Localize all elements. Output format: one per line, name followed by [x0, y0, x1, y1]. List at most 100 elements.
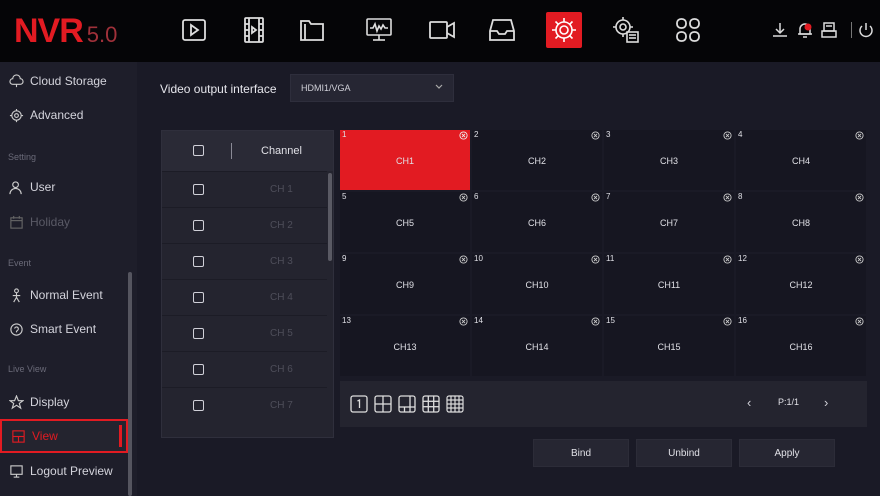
channel-checkbox[interactable]	[193, 364, 204, 375]
unbind-button[interactable]: Unbind	[636, 439, 732, 467]
grid-cell[interactable]: 5 CH5	[340, 192, 470, 252]
section-live-view: Live View	[8, 364, 47, 374]
user-icon	[8, 179, 24, 195]
list-item[interactable]: CH 2	[162, 207, 327, 243]
select-all-checkbox[interactable]	[193, 145, 204, 156]
grid-cell[interactable]: 1 CH1	[340, 130, 470, 190]
close-icon[interactable]	[723, 317, 732, 326]
folder-icon[interactable]	[294, 12, 330, 48]
close-icon[interactable]	[855, 255, 864, 264]
close-icon[interactable]	[723, 255, 732, 264]
layout-6-icon[interactable]	[398, 395, 416, 413]
page-next-button[interactable]: ›	[824, 395, 828, 410]
close-icon[interactable]	[459, 193, 468, 202]
close-icon[interactable]	[723, 193, 732, 202]
cell-number: 15	[606, 316, 615, 325]
channel-checkbox[interactable]	[193, 220, 204, 231]
cell-channel-name: CH8	[791, 218, 810, 228]
grid-cell[interactable]: 15 CH15	[604, 316, 734, 376]
channel-checkbox[interactable]	[193, 184, 204, 195]
sidebar: Cloud Storage Advanced Setting User Holi…	[0, 62, 137, 496]
storage-tray-icon[interactable]	[484, 12, 520, 48]
sidebar-item-cloud-storage[interactable]: Cloud Storage	[0, 64, 128, 98]
close-icon[interactable]	[855, 131, 864, 140]
close-icon[interactable]	[591, 255, 600, 264]
close-icon[interactable]	[591, 317, 600, 326]
grid-cell[interactable]: 8 CH8	[736, 192, 866, 252]
grid-cell[interactable]: 4 CH4	[736, 130, 866, 190]
grid-cell[interactable]: 2 CH2	[472, 130, 602, 190]
channel-grid: 1 CH1 2 CH2 3 CH3 4 CH4 5 CH5 6 CH6 7 CH7 8 CH8 …	[340, 130, 867, 380]
grid-cell[interactable]: 9 CH9	[340, 254, 470, 314]
video-clip-icon[interactable]	[236, 12, 272, 48]
bind-button[interactable]: Bind	[533, 439, 629, 467]
sidebar-item-advanced[interactable]: Advanced	[0, 98, 128, 132]
header-divider	[231, 143, 232, 159]
grid-cell[interactable]: 3 CH3	[604, 130, 734, 190]
channel-checkbox[interactable]	[193, 400, 204, 411]
system-settings-icon[interactable]	[608, 12, 644, 48]
channel-checkbox[interactable]	[193, 292, 204, 303]
close-icon[interactable]	[855, 193, 864, 202]
app-grid-icon[interactable]	[670, 12, 706, 48]
power-icon[interactable]	[856, 20, 876, 40]
list-item[interactable]: CH 1	[162, 171, 327, 207]
backup-icon[interactable]	[819, 20, 839, 40]
cell-number: 8	[738, 192, 743, 201]
channel-checkbox[interactable]	[193, 256, 204, 267]
layout-4-icon[interactable]	[374, 395, 392, 413]
page-prev-button[interactable]: ‹	[747, 395, 751, 410]
grid-cell[interactable]: 11 CH11	[604, 254, 734, 314]
grid-cell[interactable]: 6 CH6	[472, 192, 602, 252]
grid-cell[interactable]: 12 CH12	[736, 254, 866, 314]
list-item[interactable]: CH 5	[162, 315, 327, 351]
download-icon[interactable]	[770, 20, 790, 40]
apply-button[interactable]: Apply	[739, 439, 835, 467]
sidebar-item-normal-event[interactable]: Normal Event	[0, 278, 128, 312]
layout-16-icon[interactable]	[446, 395, 464, 413]
channel-header-label: Channel	[261, 145, 302, 157]
sidebar-item-label: User	[30, 180, 56, 194]
close-icon[interactable]	[459, 255, 468, 264]
grid-cell[interactable]: 14 CH14	[472, 316, 602, 376]
sidebar-item-user[interactable]: User	[0, 170, 128, 204]
alarm-bell-icon[interactable]	[795, 20, 815, 40]
smart-event-icon	[8, 321, 24, 337]
list-item[interactable]: CH 6	[162, 351, 327, 387]
monitor-waveform-icon[interactable]	[361, 12, 397, 48]
sidebar-item-view[interactable]: View	[0, 419, 128, 453]
sidebar-item-logout-preview[interactable]: Logout Preview	[0, 454, 128, 488]
grid-cell[interactable]: 7 CH7	[604, 192, 734, 252]
topbar-separator	[851, 22, 852, 38]
close-icon[interactable]	[459, 317, 468, 326]
camera-icon[interactable]	[424, 12, 460, 48]
channel-checkbox[interactable]	[193, 328, 204, 339]
channel-label: CH 6	[270, 364, 293, 375]
close-icon[interactable]	[459, 131, 468, 140]
list-item[interactable]: CH 7	[162, 387, 327, 423]
channel-list-scrollbar[interactable]	[328, 173, 332, 261]
logo-version: 5.0	[86, 22, 118, 47]
layout-9-icon[interactable]	[422, 395, 440, 413]
video-output-select[interactable]: HDMI1/VGA	[290, 74, 454, 102]
sidebar-item-smart-event[interactable]: Smart Event	[0, 312, 128, 346]
close-icon[interactable]	[723, 131, 732, 140]
grid-cell[interactable]: 16 CH16	[736, 316, 866, 376]
sidebar-scrollbar[interactable]	[128, 272, 132, 496]
top-bar: NVR 5.0	[0, 0, 880, 62]
sidebar-item-holiday[interactable]: Holiday	[0, 205, 128, 239]
close-icon[interactable]	[591, 131, 600, 140]
list-item[interactable]: CH 4	[162, 279, 327, 315]
list-item[interactable]: CH 3	[162, 243, 327, 279]
grid-cell[interactable]: 13 CH13	[340, 316, 470, 376]
close-icon[interactable]	[855, 317, 864, 326]
grid-cell[interactable]: 10 CH10	[472, 254, 602, 314]
sidebar-item-display[interactable]: Display	[0, 385, 128, 419]
playback-icon[interactable]	[176, 12, 212, 48]
cell-number: 9	[342, 254, 347, 263]
star-icon	[8, 394, 24, 410]
settings-gear-icon[interactable]	[546, 12, 582, 48]
cell-number: 7	[606, 192, 611, 201]
close-icon[interactable]	[591, 193, 600, 202]
layout-1-icon[interactable]	[350, 395, 368, 413]
